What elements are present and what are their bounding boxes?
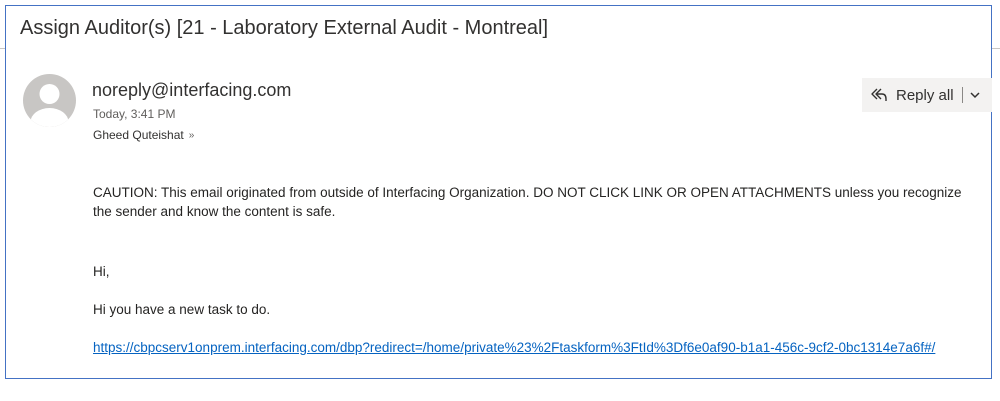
more-reply-options-button[interactable] [969, 78, 981, 112]
sender-avatar[interactable] [23, 74, 76, 127]
chevron-down-icon [970, 92, 980, 99]
reply-all-icon [871, 88, 887, 101]
person-icon [30, 84, 69, 127]
sender-address[interactable]: noreply@interfacing.com [92, 80, 291, 101]
reply-all-label: Reply all [896, 86, 954, 104]
reply-all-group: Reply all [862, 78, 992, 112]
greeting-text: Hi, [93, 264, 110, 279]
recipient-name[interactable]: Gheed Quteishat [93, 128, 184, 142]
caution-banner-text: CAUTION: This email originated from outs… [93, 185, 962, 219]
reply-all-button[interactable]: Reply all [862, 78, 954, 112]
expand-recipients-icon[interactable]: » [189, 130, 195, 141]
email-timestamp: Today, 3:41 PM [93, 107, 176, 121]
message-text: Hi you have a new task to do. [93, 302, 271, 317]
task-link[interactable]: https://cbpcserv1onprem.interfacing.com/… [93, 338, 973, 357]
recipient-line[interactable]: Gheed Quteishat » [93, 128, 194, 142]
button-separator [961, 87, 963, 103]
email-reading-pane: Assign Auditor(s) [21 - Laboratory Exter… [5, 5, 992, 379]
email-subject: Assign Auditor(s) [21 - Laboratory Exter… [20, 17, 549, 39]
